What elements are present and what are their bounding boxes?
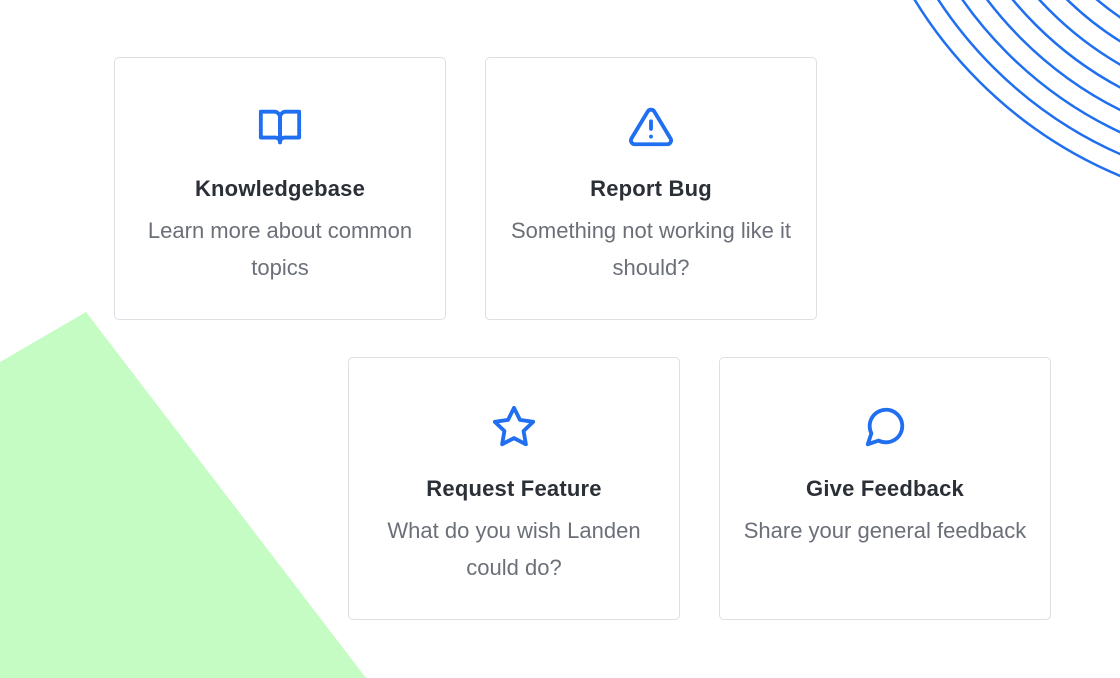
card-title: Give Feedback — [806, 476, 964, 501]
help-options-panel: Knowledgebase Learn more about common to… — [0, 0, 1120, 678]
card-title: Knowledgebase — [194, 176, 366, 201]
card-description: Something not working like it should? — [510, 218, 792, 280]
star-icon — [491, 404, 537, 450]
card-description: Learn more about common topics — [147, 218, 413, 280]
give-feedback-card[interactable]: Give Feedback Share your general feedbac… — [719, 357, 1051, 620]
card-description: Share your general feedback — [743, 518, 1027, 543]
book-open-icon — [257, 104, 303, 150]
card-title: Report Bug — [590, 176, 712, 201]
card-description: What do you wish Landen could do? — [387, 518, 641, 580]
card-title: Request Feature — [426, 476, 602, 501]
report-bug-card[interactable]: Report Bug Something not working like it… — [485, 57, 817, 320]
knowledgebase-card[interactable]: Knowledgebase Learn more about common to… — [114, 57, 446, 320]
warning-triangle-icon — [628, 104, 674, 150]
chat-bubble-icon — [862, 404, 908, 450]
request-feature-card[interactable]: Request Feature What do you wish Landen … — [348, 357, 680, 620]
